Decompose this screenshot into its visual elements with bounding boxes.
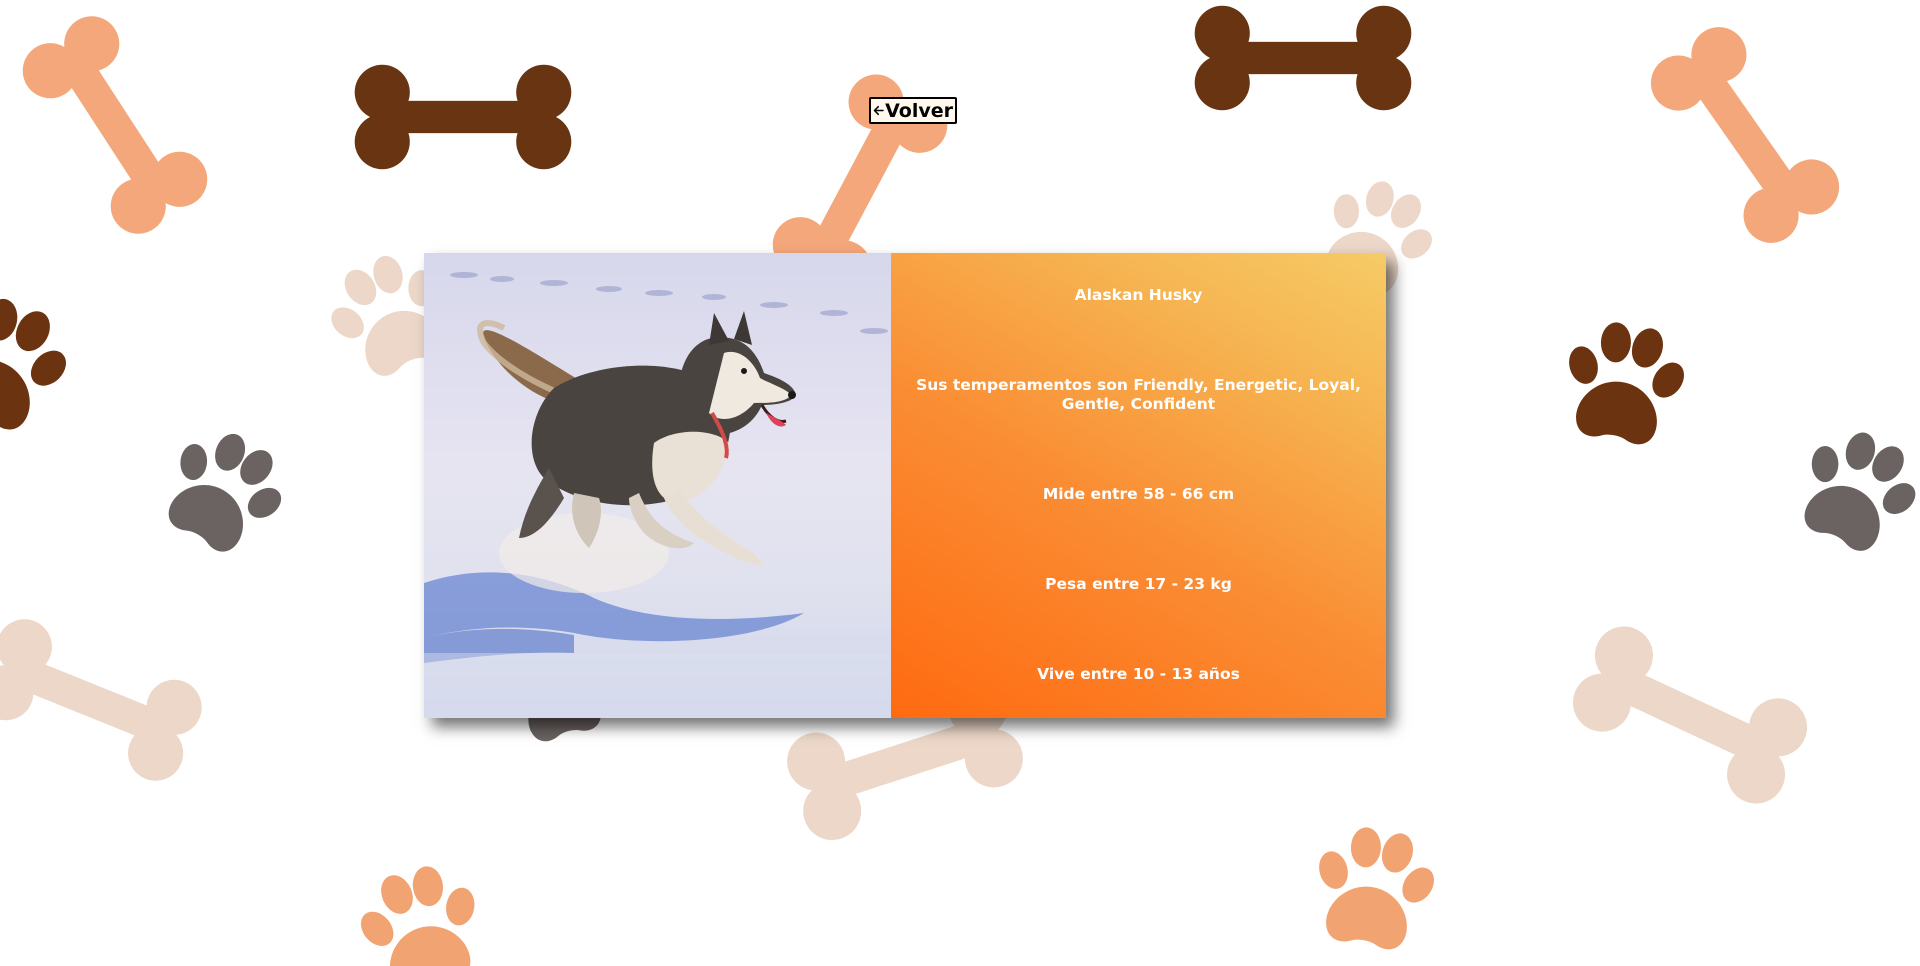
bone-orange-1 bbox=[12, 5, 218, 245]
back-button[interactable]: Volver bbox=[869, 97, 957, 124]
husky-illustration bbox=[424, 272, 891, 718]
arrow-left-icon bbox=[873, 105, 884, 116]
paw-orange-1 bbox=[1301, 817, 1448, 957]
breed-life-span: Vive entre 10 - 13 años bbox=[1037, 665, 1240, 683]
bone-light-3 bbox=[1563, 616, 1817, 814]
breed-info-panel: Alaskan Husky Sus temperamentos son Frie… bbox=[891, 253, 1386, 718]
paw-dark-1 bbox=[0, 280, 87, 444]
bone-dark-1 bbox=[354, 64, 572, 170]
paw-dark-2 bbox=[1551, 312, 1698, 452]
bone-dark-2 bbox=[1194, 5, 1412, 111]
breed-temperament: Sus temperamentos son Friendly, Energeti… bbox=[916, 376, 1361, 413]
bone-light-1 bbox=[0, 610, 210, 790]
back-button-label: Volver bbox=[885, 99, 953, 122]
paw-gray-1 bbox=[144, 411, 306, 570]
breed-name: Alaskan Husky bbox=[1074, 286, 1203, 304]
breed-photo bbox=[424, 253, 891, 718]
breed-card: Alaskan Husky Sus temperamentos son Frie… bbox=[424, 253, 1386, 718]
paw-orange-2 bbox=[344, 853, 499, 966]
breed-weight: Pesa entre 17 - 23 kg bbox=[1045, 575, 1232, 593]
paw-gray-2 bbox=[1779, 412, 1920, 567]
breed-height: Mide entre 58 - 66 cm bbox=[1042, 485, 1235, 503]
bone-orange-3 bbox=[1640, 16, 1850, 254]
